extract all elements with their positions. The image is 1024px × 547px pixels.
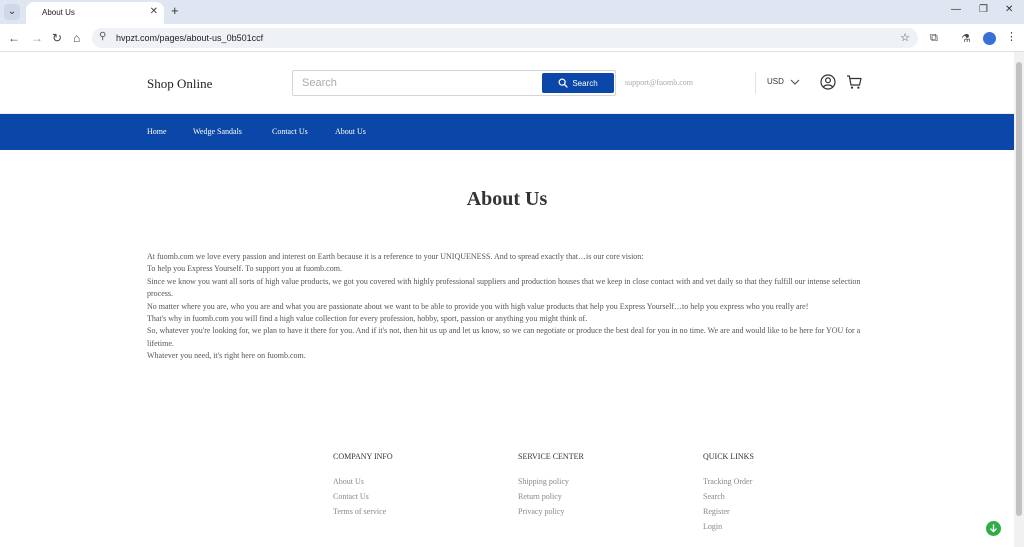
tab-title: About Us	[42, 8, 75, 17]
footer-heading: COMPANY INFO	[333, 452, 393, 461]
address-bar[interactable]: ⚲ hvpzt.com/pages/about-us_0b501ccf ☆	[92, 28, 918, 48]
footer-company-info: COMPANY INFO About Us Contact Us Terms o…	[333, 452, 393, 522]
tab-search-icon[interactable]: ⌄	[4, 4, 20, 20]
footer-link-terms[interactable]: Terms of service	[333, 507, 393, 522]
about-paragraph: To help you Express Yourself. To support…	[147, 264, 342, 274]
chat-icon	[990, 524, 997, 533]
about-paragraph: No matter where you are, who you are and…	[147, 301, 809, 311]
browser-toolbar: ← → ↻ ⌂ ⚲ hvpzt.com/pages/about-us_0b501…	[0, 24, 1024, 52]
new-tab-icon[interactable]: +	[171, 4, 179, 18]
about-paragraph: So, whatever you're looking for, we plan…	[147, 326, 861, 348]
tab-close-icon[interactable]: ✕	[150, 6, 158, 17]
nav-item-about-us[interactable]: About Us	[335, 127, 366, 136]
currency-label: USD	[767, 77, 784, 86]
footer-heading: QUICK LINKS	[703, 452, 754, 461]
search-icon	[558, 78, 568, 88]
scrollbar-thumb[interactable]	[1016, 62, 1022, 516]
about-paragraph: That's why in fuomb.com you will find a …	[147, 314, 588, 324]
footer-link-return[interactable]: Return policy	[518, 492, 584, 507]
search-button-label: Search	[572, 78, 598, 88]
back-icon[interactable]: ←	[8, 31, 20, 45]
site-logo[interactable]: Shop Online	[147, 76, 212, 92]
footer-link-tracking[interactable]: Tracking Order	[703, 477, 754, 492]
main-nav: Home Wedge Sandals Contact Us About Us	[0, 114, 1014, 150]
search-form: Search	[292, 70, 616, 96]
profile-avatar-icon[interactable]	[983, 32, 996, 45]
about-content: At fuomb.com we love every passion and i…	[147, 251, 865, 363]
footer-link-search[interactable]: Search	[703, 492, 754, 507]
page: Shop Online Search support@fuomb.com USD…	[0, 52, 1014, 547]
support-email[interactable]: support@fuomb.com	[625, 78, 693, 87]
search-button[interactable]: Search	[542, 73, 614, 93]
footer-link-shipping[interactable]: Shipping policy	[518, 477, 584, 492]
browser-tab[interactable]: About Us ✕	[26, 2, 164, 24]
browser-tabbar: ⌄ About Us ✕ + — ❐ ✕	[0, 0, 1024, 24]
site-header: Shop Online Search support@fuomb.com USD	[0, 52, 1014, 114]
page-scrollbar[interactable]	[1014, 52, 1024, 547]
header-divider	[755, 72, 756, 94]
labs-icon[interactable]: ⚗	[961, 32, 971, 45]
about-paragraph: Since we know you want all sorts of high…	[147, 276, 861, 299]
footer-link-register[interactable]: Register	[703, 507, 754, 522]
browser-menu-icon[interactable]: ⋮	[1006, 30, 1017, 43]
bookmark-star-icon[interactable]: ☆	[900, 31, 910, 44]
window-close-icon[interactable]: ✕	[1005, 4, 1013, 15]
nav-item-wedge-sandals[interactable]: Wedge Sandals	[193, 127, 242, 136]
cart-icon[interactable]	[846, 74, 862, 90]
footer-link-privacy[interactable]: Privacy policy	[518, 507, 584, 522]
reload-icon[interactable]: ↻	[52, 31, 62, 45]
search-input[interactable]	[293, 71, 541, 95]
footer-link-about-us[interactable]: About Us	[333, 477, 393, 492]
extensions-icon[interactable]: ⧉	[930, 32, 938, 45]
url-text[interactable]: hvpzt.com/pages/about-us_0b501ccf	[116, 33, 263, 43]
about-paragraph: At fuomb.com we love every passion and i…	[147, 252, 644, 261]
nav-item-home[interactable]: Home	[147, 127, 167, 136]
site-info-icon[interactable]: ⚲	[99, 31, 106, 42]
about-paragraph: Whatever you need, it's right here on fu…	[147, 351, 306, 361]
footer-quick-links: QUICK LINKS Tracking Order Search Regist…	[703, 452, 754, 537]
footer-heading: SERVICE CENTER	[518, 452, 584, 461]
minimize-icon[interactable]: —	[951, 4, 961, 15]
forward-icon[interactable]: →	[31, 31, 43, 45]
nav-item-contact-us[interactable]: Contact Us	[272, 127, 308, 136]
chat-widget-button[interactable]	[986, 521, 1001, 536]
footer-link-contact-us[interactable]: Contact Us	[333, 492, 393, 507]
home-icon[interactable]: ⌂	[73, 31, 80, 45]
footer-link-login[interactable]: Login	[703, 522, 754, 537]
currency-selector[interactable]: USD	[767, 77, 800, 86]
restore-icon[interactable]: ❐	[979, 4, 988, 15]
chevron-down-icon	[790, 79, 800, 85]
footer-service-center: SERVICE CENTER Shipping policy Return po…	[518, 452, 584, 522]
account-icon[interactable]	[820, 74, 836, 90]
page-title: About Us	[466, 188, 548, 210]
